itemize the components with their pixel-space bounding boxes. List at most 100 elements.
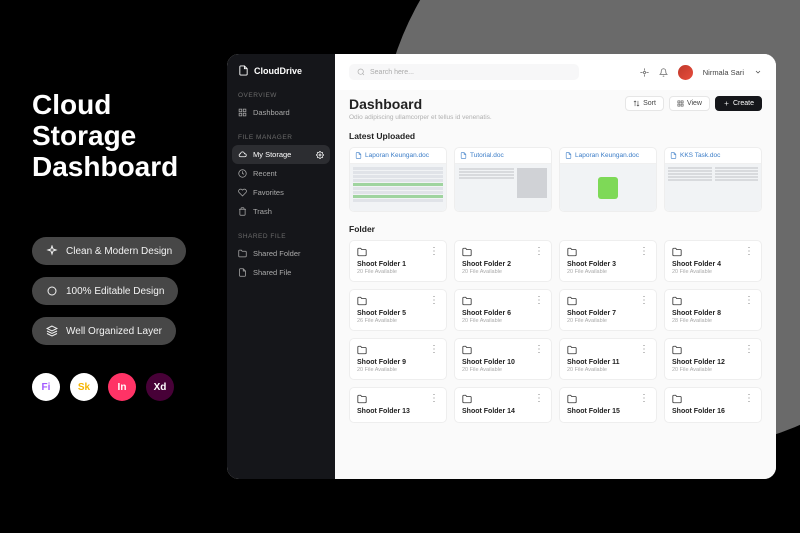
folder-card[interactable]: ⋮Shoot Folder 15 — [559, 387, 657, 423]
figma-icon: Fi — [32, 373, 60, 401]
folder-icon — [567, 345, 577, 355]
sort-button[interactable]: Sort — [625, 96, 664, 111]
more-icon[interactable]: ⋮ — [744, 247, 754, 257]
more-icon[interactable]: ⋮ — [744, 394, 754, 404]
folder-card[interactable]: ⋮Shoot Folder 1020 File Available — [454, 338, 552, 380]
sparkle-icon — [46, 245, 58, 257]
upload-card[interactable]: Laporan Keungan.doc — [349, 147, 447, 212]
sidebar-item-my-storage[interactable]: My Storage — [232, 145, 330, 164]
bell-icon[interactable] — [659, 68, 668, 77]
page-title: Dashboard — [349, 96, 492, 112]
folder-count: 20 File Available — [672, 367, 754, 373]
folder-card[interactable]: ⋮Shoot Folder 1220 File Available — [664, 338, 762, 380]
more-icon[interactable]: ⋮ — [429, 394, 439, 404]
search-icon — [357, 68, 365, 76]
folder-name: Shoot Folder 8 — [672, 310, 754, 317]
chevron-down-icon[interactable] — [754, 68, 762, 76]
more-icon[interactable]: ⋮ — [639, 345, 649, 355]
grid-icon — [677, 100, 684, 107]
folder-card[interactable]: ⋮Shoot Folder 1120 File Available — [559, 338, 657, 380]
upload-header: Laporan Keungan.doc — [350, 148, 446, 164]
gear-icon[interactable] — [316, 151, 324, 159]
feature-pill: Well Organized Layer — [32, 317, 176, 345]
invision-icon: In — [108, 373, 136, 401]
more-icon[interactable]: ⋮ — [429, 345, 439, 355]
promo-panel: Cloud Storage Dashboard Clean & Modern D… — [32, 90, 186, 401]
feature-pill: Clean & Modern Design — [32, 237, 186, 265]
edit-icon — [46, 285, 58, 297]
folder-card[interactable]: ⋮Shoot Folder 120 File Available — [349, 240, 447, 282]
uploads-grid: Laporan Keungan.doc Tutorial.doc Laporan K… — [349, 147, 762, 212]
upload-name: Tutorial.doc — [470, 152, 504, 159]
user-name[interactable]: Nirmala Sari — [703, 68, 744, 77]
sidebar-item-shared-folder[interactable]: Shared Folder — [227, 244, 335, 263]
folder-icon — [567, 296, 577, 306]
sidebar-item-dashboard[interactable]: Dashboard — [227, 103, 335, 122]
folder-name: Shoot Folder 9 — [357, 359, 439, 366]
upload-card[interactable]: KKS Task.doc — [664, 147, 762, 212]
sketch-icon: Sk — [70, 373, 98, 401]
folder-count: 20 File Available — [672, 269, 754, 275]
folder-icon — [672, 296, 682, 306]
more-icon[interactable]: ⋮ — [429, 296, 439, 306]
create-button[interactable]: Create — [715, 96, 762, 111]
folder-card[interactable]: ⋮Shoot Folder 720 File Available — [559, 289, 657, 331]
topbar: Search here... Nirmala Sari — [335, 54, 776, 90]
layers-icon — [46, 325, 58, 337]
folder-card[interactable]: ⋮Shoot Folder 14 — [454, 387, 552, 423]
more-icon[interactable]: ⋮ — [744, 296, 754, 306]
nav-heading-overview: OVERVIEW — [227, 88, 335, 103]
promo-title: Cloud Storage Dashboard — [32, 90, 186, 182]
folder-count: 20 File Available — [462, 269, 544, 275]
folder-card[interactable]: ⋮Shoot Folder 220 File Available — [454, 240, 552, 282]
doc-icon — [670, 152, 677, 159]
more-icon[interactable]: ⋮ — [639, 394, 649, 404]
folder-card[interactable]: ⋮Shoot Folder 526 File Available — [349, 289, 447, 331]
doc-icon — [460, 152, 467, 159]
sidebar-item-trash[interactable]: Trash — [227, 202, 335, 221]
folder-card[interactable]: ⋮Shoot Folder 920 File Available — [349, 338, 447, 380]
upload-preview — [455, 164, 551, 211]
folder-name: Shoot Folder 16 — [672, 408, 754, 415]
content: Dashboard Odio adipiscing ullamcorper et… — [335, 90, 776, 479]
sidebar-item-shared-file[interactable]: Shared File — [227, 263, 335, 282]
more-icon[interactable]: ⋮ — [534, 247, 544, 257]
nav-heading-shared: SHARED FILE — [227, 229, 335, 244]
upload-header: Laporan Keungan.doc — [560, 148, 656, 164]
folder-icon — [357, 296, 367, 306]
upload-name: KKS Task.doc — [680, 152, 720, 159]
folder-count: 20 File Available — [567, 269, 649, 275]
folder-icon — [357, 345, 367, 355]
clock-icon — [238, 169, 247, 178]
folder-card[interactable]: ⋮ Shoot Folder 420 File Available — [664, 240, 762, 282]
more-icon[interactable]: ⋮ — [534, 345, 544, 355]
more-icon[interactable]: ⋮ — [429, 247, 439, 257]
more-icon[interactable]: ⋮ — [639, 247, 649, 257]
upload-preview — [665, 164, 761, 211]
more-icon[interactable]: ⋮ — [744, 345, 754, 355]
page-subtitle: Odio adipiscing ullamcorper et tellus id… — [349, 114, 492, 121]
sidebar-item-recent[interactable]: Recent — [227, 164, 335, 183]
folder-card[interactable]: ⋮Shoot Folder 828 File Available — [664, 289, 762, 331]
folder-name: Shoot Folder 4 — [672, 261, 754, 268]
more-icon[interactable]: ⋮ — [639, 296, 649, 306]
more-icon[interactable]: ⋮ — [534, 296, 544, 306]
folder-icon — [462, 345, 472, 355]
folder-card[interactable]: ⋮ Shoot Folder 16 — [664, 387, 762, 423]
folder-name: Shoot Folder 13 — [357, 408, 439, 415]
avatar[interactable] — [678, 65, 693, 80]
settings-icon[interactable] — [640, 68, 649, 77]
folder-name: Shoot Folder 6 — [462, 310, 544, 317]
upload-name: Laporan Keungan.doc — [575, 152, 639, 159]
view-button[interactable]: View — [669, 96, 710, 111]
folder-icon — [462, 247, 472, 257]
upload-card[interactable]: Tutorial.doc — [454, 147, 552, 212]
brand[interactable]: CloudDrive — [227, 65, 335, 88]
folder-card[interactable]: ⋮Shoot Folder 320 File Available — [559, 240, 657, 282]
search-input[interactable]: Search here... — [349, 64, 579, 80]
more-icon[interactable]: ⋮ — [534, 394, 544, 404]
folder-card[interactable]: ⋮ Shoot Folder 13 — [349, 387, 447, 423]
folder-card[interactable]: ⋮Shoot Folder 620 File Available — [454, 289, 552, 331]
upload-card[interactable]: Laporan Keungan.doc — [559, 147, 657, 212]
sidebar-item-favorites[interactable]: Favorites — [227, 183, 335, 202]
